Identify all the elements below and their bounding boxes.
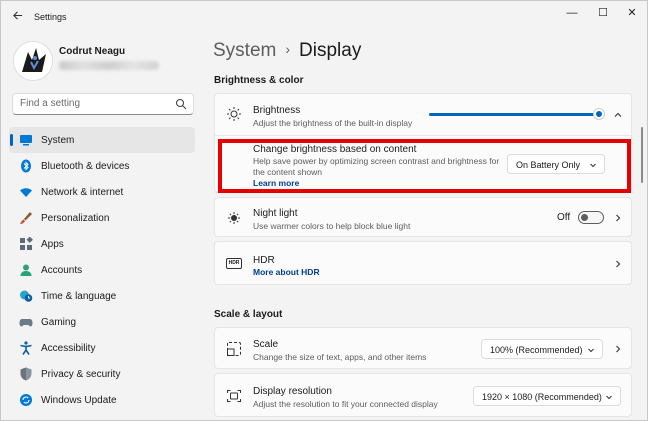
sidebar-item-time-language[interactable]: Time & language: [9, 283, 195, 309]
back-button[interactable]: [9, 9, 25, 25]
sun-icon: [227, 107, 241, 121]
sidebar-item-accounts[interactable]: Accounts: [9, 257, 195, 283]
title-bar: Settings — ☐ ✕: [1, 1, 647, 33]
sidebar-item-label: Time & language: [41, 291, 117, 302]
sidebar-item-label: Network & internet: [41, 187, 124, 198]
accessibility-icon: [20, 341, 32, 355]
sidebar-item-label: Personalization: [41, 213, 110, 224]
night-light-card[interactable]: Night light Use warmer colors to help bl…: [214, 197, 632, 237]
chevron-up-icon[interactable]: [613, 110, 623, 120]
user-email-redacted: [59, 61, 159, 70]
night-light-description: Use warmer colors to help block blue lig…: [253, 221, 411, 231]
sidebar-item-windows-update[interactable]: Windows Update: [9, 387, 195, 413]
apps-icon: [20, 237, 33, 250]
maximize-button[interactable]: ☐: [589, 5, 617, 21]
sidebar-item-label: Apps: [41, 239, 64, 250]
display-resolution-description: Adjust the resolution to fit your connec…: [253, 399, 438, 409]
app-title: Settings: [34, 12, 67, 22]
search-input[interactable]: [20, 98, 170, 109]
search-icon[interactable]: [175, 98, 187, 110]
display-resolution-title: Display resolution: [253, 386, 332, 397]
page-title: Display: [299, 40, 362, 61]
sidebar-item-label: Accessibility: [41, 343, 96, 354]
sidebar-item-label: Windows Update: [41, 395, 117, 406]
clock-globe-icon: [20, 290, 33, 302]
update-icon: [20, 394, 32, 406]
section-title-brightness-color: Brightness & color: [214, 75, 304, 86]
sidebar-item-label: System: [41, 135, 75, 146]
chevron-down-icon: [606, 395, 612, 400]
sidebar-item-system[interactable]: System: [9, 127, 195, 153]
chevron-down-icon: [588, 348, 594, 353]
shield-icon: [20, 367, 32, 381]
sidebar-item-label: Privacy & security: [41, 369, 121, 380]
night-light-state: Off: [557, 212, 571, 223]
scale-card[interactable]: Scale Change the size of text, apps, and…: [214, 327, 632, 369]
sidebar-item-accessibility[interactable]: Accessibility: [9, 335, 195, 361]
monitor-icon: [20, 135, 32, 146]
chevron-right-icon[interactable]: [613, 213, 623, 223]
sidebar-nav: System Bluetooth & devices Network & int…: [9, 127, 195, 413]
night-light-title: Night light: [253, 208, 298, 219]
chevron-right-icon[interactable]: [613, 344, 623, 354]
sidebar-item-network[interactable]: Network & internet: [9, 179, 195, 205]
breadcrumb-separator-icon: ›: [285, 41, 291, 57]
settings-window: Settings — ☐ ✕ Codrut Neagu System Bluet…: [0, 0, 648, 421]
hdr-title: HDR: [253, 255, 275, 266]
brightness-slider-thumb[interactable]: [593, 108, 605, 120]
section-title-scale-layout: Scale & layout: [214, 309, 283, 320]
hdr-card[interactable]: HDR HDR More about HDR: [214, 241, 632, 285]
night-light-toggle[interactable]: [578, 211, 604, 224]
scale-title: Scale: [253, 339, 279, 350]
display-resolution-dropdown[interactable]: 1920 × 1080 (Recommended): [473, 386, 621, 406]
brightness-slider-track[interactable]: [429, 113, 597, 116]
scale-dropdown[interactable]: 100% (Recommended): [481, 339, 603, 359]
wifi-icon: [20, 188, 32, 197]
minimize-button[interactable]: —: [558, 5, 586, 21]
scale-dropdown-value: 100% (Recommended): [490, 345, 583, 355]
resolution-icon: [227, 390, 241, 402]
sidebar-item-label: Accounts: [41, 265, 83, 276]
divider: [215, 135, 631, 136]
brightness-description: Adjust the brightness of the built-in di…: [253, 118, 413, 128]
display-resolution-card: Display resolution Adjust the resolution…: [214, 373, 632, 417]
scale-description: Change the size of text, apps, and other…: [253, 352, 427, 362]
breadcrumb: System › Display: [213, 40, 361, 62]
sidebar-item-privacy-security[interactable]: Privacy & security: [9, 361, 195, 387]
scrollbar[interactable]: [641, 127, 643, 183]
chevron-right-icon[interactable]: [613, 259, 623, 269]
night-light-icon: [228, 212, 240, 224]
arrow-left-icon: [12, 11, 22, 20]
sidebar-item-personalization[interactable]: Personalization: [9, 205, 195, 231]
highlight-box: [218, 139, 631, 193]
more-about-hdr-link[interactable]: More about HDR: [253, 267, 320, 277]
bluetooth-icon: [21, 159, 31, 173]
sidebar-item-label: Gaming: [41, 317, 77, 328]
hdr-icon: HDR: [226, 258, 242, 269]
search-box[interactable]: [12, 93, 194, 115]
brightness-title: Brightness: [253, 105, 301, 116]
brush-icon: [20, 212, 32, 224]
sidebar-item-label: Bluetooth & devices: [41, 161, 130, 172]
sidebar-item-bluetooth[interactable]: Bluetooth & devices: [9, 153, 195, 179]
user-name: Codrut Neagu: [59, 46, 126, 57]
gamepad-icon: [19, 319, 33, 327]
person-icon: [20, 264, 32, 276]
avatar-image-icon: [14, 42, 52, 80]
sidebar-item-apps[interactable]: Apps: [9, 231, 195, 257]
close-button[interactable]: ✕: [618, 5, 646, 21]
display-resolution-dropdown-value: 1920 × 1080 (Recommended): [482, 392, 602, 402]
scale-icon: [227, 342, 241, 356]
breadcrumb-parent[interactable]: System: [213, 40, 276, 61]
avatar[interactable]: [13, 41, 53, 81]
sidebar-item-gaming[interactable]: Gaming: [9, 309, 195, 335]
